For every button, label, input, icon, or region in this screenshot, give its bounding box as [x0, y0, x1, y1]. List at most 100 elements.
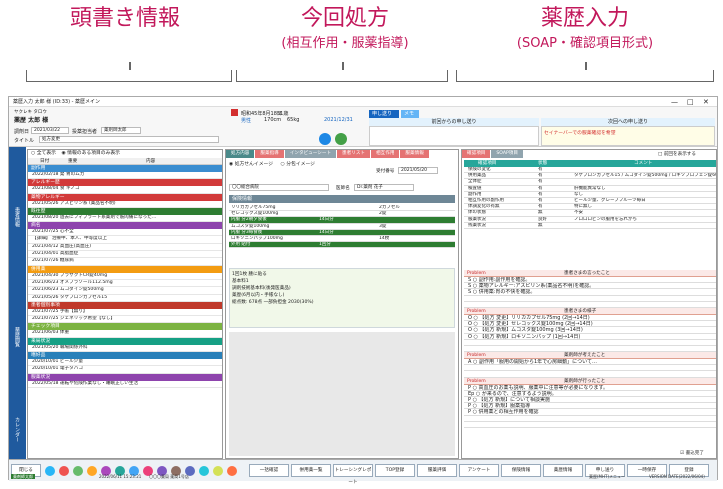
list-item[interactable]: 2021/07/25 手帳【無り】: [28, 309, 222, 317]
ribbon-history[interactable]: 薬歴閲覧: [14, 327, 21, 347]
list-item[interactable]: 2021/07/25 心不全: [28, 229, 222, 237]
radio-info-only[interactable]: ◉ 情報のある項目のみ表示: [61, 151, 120, 156]
status-menu[interactable]: 薬歴(MHT)メニュー: [589, 474, 625, 479]
check-row[interactable]: 残薬状況 無: [464, 223, 716, 229]
section-header[interactable]: 病名: [28, 222, 222, 230]
tab-memo[interactable]: メモ: [401, 110, 419, 118]
tab-5[interactable]: 服薬情報: [400, 150, 429, 158]
height: 170cm: [264, 117, 282, 123]
header-bracket: [236, 62, 448, 82]
check-state[interactable]: 無: [538, 223, 543, 228]
section-header[interactable]: チェック項目: [28, 323, 222, 331]
tab-0[interactable]: 処方内容: [226, 150, 255, 158]
sync-icon[interactable]: [319, 133, 331, 145]
soap-header: Problem 薬剤師が考えたこと: [464, 352, 716, 360]
list-item[interactable]: 2021/05/26 タケプロンカプセル15: [28, 295, 222, 302]
section-header[interactable]: 既往歴: [28, 207, 222, 215]
ribbon-patient-info[interactable]: 患者情報: [14, 207, 21, 227]
prescription-notes: 1回1枚 腰に貼る 基本料1 調剤技術基本料(後発医薬品) 薬歴(6月以内・手帳なし)…: [229, 268, 455, 328]
history-input-pane: 確認項目 SOAP項目 □ 前回を表示する 確認項目 状態 コメント 保険の変化…: [461, 149, 717, 459]
section-header[interactable]: 併用薬: [28, 265, 222, 273]
tab-1[interactable]: 服薬指導: [255, 150, 284, 158]
section-header[interactable]: 来局状況: [28, 337, 222, 345]
ribbon-calendar[interactable]: カレンダー: [14, 417, 21, 442]
show-previous-checkbox[interactable]: □ 前回を表示する: [658, 151, 696, 157]
note-line: 調剤技術基本料(後発医薬品): [232, 286, 291, 291]
note-line: 1回1枚 腰に貼る: [232, 272, 267, 277]
maximize-button[interactable]: □: [687, 97, 694, 107]
note-line: 基本料1: [232, 279, 249, 284]
section-header[interactable]: 薬物アレルギー: [28, 193, 222, 201]
alert-icon: [231, 109, 238, 116]
soap-header: Problem 患者さまの言ったこと: [464, 270, 716, 277]
next-message-box[interactable]: セイナーバーでの服薬確認を希望: [541, 126, 715, 146]
tab-message[interactable]: 申し送り: [369, 110, 399, 118]
window-titlebar: 薬歴入力 太郎 様 (ID:33) - 薬歴メイン — □ ✕: [9, 97, 717, 107]
list-item[interactable]: 2020/10/01 ビール少量: [28, 359, 222, 367]
header-title: 頭書き情報: [69, 6, 180, 31]
title-field[interactable]: 処方変更: [39, 136, 219, 143]
minimize-button[interactable]: —: [671, 97, 678, 107]
col-state: 状態: [538, 161, 548, 166]
tab-4[interactable]: 相互作用: [371, 150, 400, 158]
weight: 65kg: [287, 117, 300, 123]
tab-2[interactable]: インタビューシート: [284, 150, 337, 158]
list-item[interactable]: 2022/02/18 発 胃のムカ: [28, 172, 222, 180]
list-item[interactable]: 2021/07/25 ジェネリック希望【なし】: [28, 316, 222, 324]
section-header[interactable]: アレルギー歴: [28, 179, 222, 187]
soap-header: Problem 薬剤師が行ったこと: [464, 377, 716, 385]
header-subtitle: (相互作用・服薬指導): [281, 36, 409, 51]
tab-soap[interactable]: SOAP項目: [491, 150, 523, 158]
list-item[interactable]: 2021/06/03 体重: [28, 330, 222, 338]
header-title: 今回処方: [300, 6, 389, 31]
close-window-button[interactable]: ✕: [703, 97, 709, 107]
section-header[interactable]: 患者個別事項: [28, 301, 222, 309]
check-icon[interactable]: [335, 133, 347, 145]
list-header: 日付 重要 内容: [28, 158, 222, 165]
list-item[interactable]: 2021/05/20 職場関係外科: [28, 345, 222, 353]
radio-all[interactable]: ○ 全て表示: [31, 151, 56, 156]
section-header[interactable]: 服薬状況: [28, 373, 222, 381]
reception-number[interactable]: 2021/05/20: [398, 167, 438, 174]
col-check-item: 確認項目: [478, 161, 497, 166]
check-header: 確認項目 状態 コメント: [464, 160, 716, 167]
list-item[interactable]: 【詳細】 治療中、本人、中等度以上: [28, 236, 222, 244]
list-item[interactable]: 2021/08/20 過去にフィブラート系薬剤で筋肉痛になった…: [28, 215, 222, 223]
doctor-name: Dr.薬剤 花子: [354, 184, 414, 191]
insurance-date[interactable]: 2021/12/31: [324, 117, 353, 123]
list-item[interactable]: 2021/04/01 高脂血症: [28, 251, 222, 259]
list-item[interactable]: 2021/05/26 アスピリン系 (薬品名不明): [28, 201, 222, 208]
tab-check-items[interactable]: 確認項目: [462, 150, 491, 158]
prev-message-box[interactable]: [369, 126, 539, 146]
status-pharmacy: 〇〇〇薬局 薬局1号店: [149, 474, 189, 479]
prev-message-label: 前回からの申し送り: [369, 118, 539, 126]
list-item[interactable]: 2021/07/26 糖尿病: [28, 258, 222, 266]
window-title: 薬歴入力 太郎 様 (ID:33) - 薬歴メイン: [13, 99, 101, 105]
list-item[interactable]: 2021/06/23 オメプラゾール112.5mg: [28, 280, 222, 288]
list-item[interactable]: 2020/10/01 電子タバコ: [28, 366, 222, 374]
soap-title: 薬剤師が行ったこと: [564, 378, 606, 384]
soap-empty-row[interactable]: [464, 422, 716, 428]
list-item[interactable]: 2021/04/30 プラザクトCR錠40mg: [28, 273, 222, 280]
sex: 男性: [241, 118, 252, 124]
status-user: 薬剤師太郎: [11, 474, 35, 479]
col-important: 重要: [68, 159, 78, 164]
patient-info-pane: ○ 全て表示 ◉ 情報のある項目のみ表示 日付 重要 内容 副作用 2022/02…: [27, 149, 223, 459]
done-checkbox[interactable]: ☑ 書込完了: [680, 450, 704, 456]
tab-3[interactable]: 患者リスト: [337, 150, 371, 158]
list-item[interactable]: 2021/04/12 高血圧(高血圧): [28, 244, 222, 252]
insurance-bar[interactable]: 保険情報: [229, 195, 455, 203]
list-item[interactable]: 2021/06/23 ムコダイン錠500mg: [28, 287, 222, 295]
prescription-tabs: 処方内容 服薬指導 インタビューシート 患者リスト 相互作用 服薬情報: [226, 150, 430, 158]
subtab-prescription-image[interactable]: ◉ 処方せんイメージ: [229, 162, 273, 167]
list-item[interactable]: 2022/05/18 運転や危険作業なし・睡眠正しい生活: [28, 381, 222, 388]
clinic-date-field[interactable]: 2021/03/22: [31, 127, 69, 134]
pharmacist-field[interactable]: 薬剤師太郎: [101, 127, 141, 134]
list-item[interactable]: 2021/08/04 食 キノコ: [28, 186, 222, 194]
subtab-package-image[interactable]: ○ 分包イメージ: [281, 162, 315, 167]
section-header[interactable]: 嗜好品: [28, 352, 222, 360]
drug-row[interactable]: 外用 貼付 1回分: [229, 242, 455, 249]
section-header[interactable]: 副作用: [28, 165, 222, 172]
header-title: 薬歴入力: [540, 6, 629, 31]
prescription-pane: 処方内容 服薬指導 インタビューシート 患者リスト 相互作用 服薬情報 ◉ 処方せんイメー…: [225, 149, 459, 459]
